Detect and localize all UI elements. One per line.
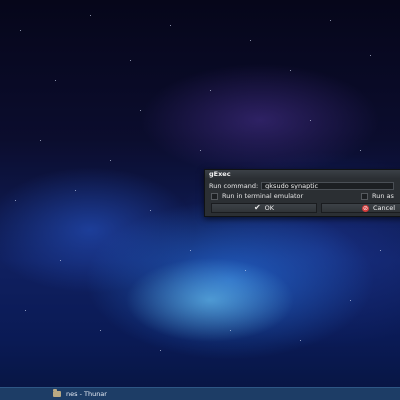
cancel-label: Cancel [373,204,396,212]
ok-label: OK [264,204,275,212]
run-in-terminal-checkbox[interactable]: Run in terminal emulator [211,192,303,200]
run-in-terminal-label: Run in terminal emulator [222,192,304,200]
folder-icon [53,389,61,397]
checkbox-box[interactable] [361,192,368,200]
options-row: Run in terminal emulator Run as [211,192,400,200]
taskbar-item-thunar[interactable]: nes - Thunar [53,389,107,399]
run-command-row: Run command: [209,181,395,190]
taskbar: nes - Thunar [0,387,400,400]
cancel-icon: ⊘ [362,204,369,212]
run-command-label: Run command: [209,181,259,190]
cancel-button[interactable]: ⊘ Cancel [321,203,400,213]
taskbar-item-label: nes - Thunar [66,390,107,398]
dialog-title[interactable]: gExec [205,170,400,179]
button-row: ✔ OK ⊘ Cancel [211,203,400,213]
ok-button[interactable]: ✔ OK [211,203,317,213]
command-input[interactable] [261,181,395,190]
run-as-checkbox[interactable]: Run as [361,192,394,200]
checkbox-box[interactable] [211,192,218,200]
run-as-label: Run as [372,192,394,200]
desktop-background: gExec Run command: Run in terminal emula… [0,0,400,400]
checkmark-icon: ✔ [253,203,261,212]
gexec-dialog: gExec Run command: Run in terminal emula… [204,169,400,217]
